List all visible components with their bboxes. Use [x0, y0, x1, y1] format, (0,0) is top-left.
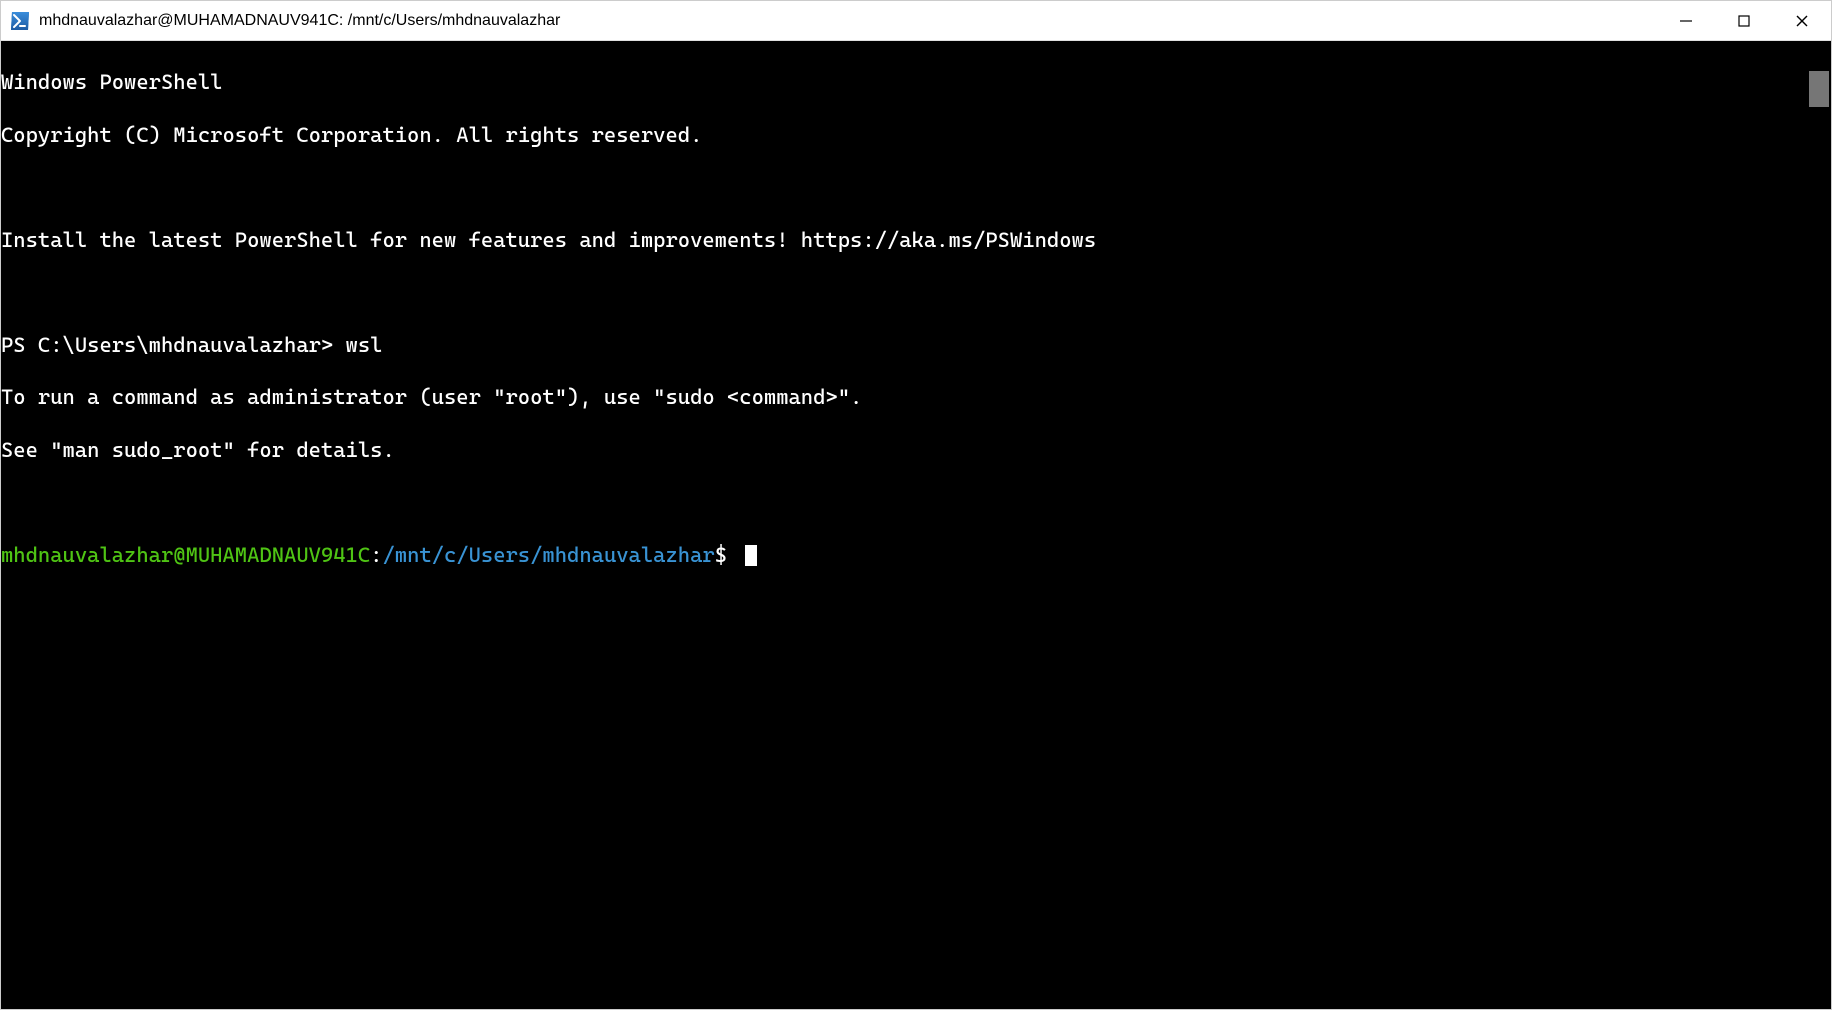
- maximize-button[interactable]: [1715, 1, 1773, 41]
- terminal-blank-line: [1, 279, 1831, 305]
- powershell-icon: [9, 10, 31, 32]
- terminal-line: Windows PowerShell: [1, 69, 1831, 95]
- terminal-window: mhdnauvalazhar@MUHAMADNAUV941C: /mnt/c/U…: [0, 0, 1832, 1010]
- terminal-blank-line: [1, 489, 1831, 515]
- bash-colon: :: [370, 543, 382, 567]
- terminal-line: To run a command as administrator (user …: [1, 384, 1831, 410]
- cursor-icon: [745, 545, 757, 566]
- window-title: mhdnauvalazhar@MUHAMADNAUV941C: /mnt/c/U…: [39, 12, 560, 30]
- bash-userhost: mhdnauvalazhar@MUHAMADNAUV941C: [1, 543, 370, 567]
- titlebar-left: mhdnauvalazhar@MUHAMADNAUV941C: /mnt/c/U…: [9, 10, 560, 32]
- terminal-content: Windows PowerShell Copyright (C) Microso…: [1, 41, 1831, 621]
- ps-prompt-line: PS C:\Users\mhdnauvalazhar> wsl: [1, 332, 1831, 358]
- bash-path: /mnt/c/Users/mhdnauvalazhar: [382, 543, 714, 567]
- terminal-area[interactable]: Windows PowerShell Copyright (C) Microso…: [1, 41, 1831, 1009]
- minimize-button[interactable]: [1657, 1, 1715, 41]
- terminal-line: Copyright (C) Microsoft Corporation. All…: [1, 122, 1831, 148]
- titlebar[interactable]: mhdnauvalazhar@MUHAMADNAUV941C: /mnt/c/U…: [1, 1, 1831, 41]
- close-button[interactable]: [1773, 1, 1831, 41]
- scrollbar-track[interactable]: [1807, 41, 1831, 1009]
- window-controls: [1657, 1, 1831, 40]
- bash-dollar: $: [715, 543, 727, 567]
- scrollbar-thumb[interactable]: [1809, 71, 1829, 107]
- bash-prompt-line: mhdnauvalazhar@MUHAMADNAUV941C:/mnt/c/Us…: [1, 542, 1831, 568]
- ps-command: wsl: [346, 333, 383, 357]
- terminal-line: Install the latest PowerShell for new fe…: [1, 227, 1831, 253]
- terminal-line: See "man sudo_root" for details.: [1, 437, 1831, 463]
- terminal-blank-line: [1, 174, 1831, 200]
- ps-prompt-prefix: PS C:\Users\mhdnauvalazhar>: [1, 333, 346, 357]
